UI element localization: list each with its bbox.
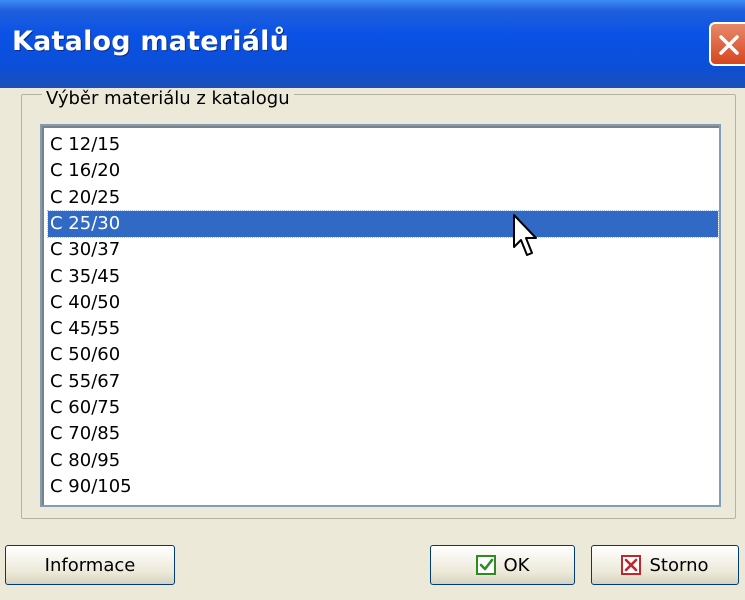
close-button[interactable] xyxy=(709,22,745,66)
close-icon xyxy=(719,35,739,55)
list-item[interactable]: C 80/95 xyxy=(48,448,718,474)
ok-button-label: OK xyxy=(503,554,530,576)
list-item[interactable]: C 25/30 xyxy=(47,209,719,238)
list-item[interactable]: C 40/50 xyxy=(48,290,718,316)
cross-icon xyxy=(621,555,642,575)
informace-button-label: Informace xyxy=(44,554,136,576)
list-item[interactable]: C 55/67 xyxy=(48,369,718,395)
mouse-pointer-icon xyxy=(513,214,537,256)
list-item[interactable]: C 50/60 xyxy=(48,342,718,368)
list-item[interactable]: C 90/105 xyxy=(48,474,718,500)
storno-button-label: Storno xyxy=(649,554,709,576)
list-item[interactable]: C 12/15 xyxy=(48,132,718,158)
list-item[interactable]: C 30/37 xyxy=(48,237,718,263)
list-item[interactable]: C 35/45 xyxy=(48,264,718,290)
material-listbox[interactable]: C 12/15 C 16/20 C 20/25 C 25/30 C 30/37 C 35/… xyxy=(40,124,721,507)
list-item[interactable]: C 70/85 xyxy=(48,421,718,447)
list-item[interactable]: C 20/25 xyxy=(48,185,718,211)
storno-button[interactable]: Storno xyxy=(591,545,739,585)
title-bar[interactable]: Katalog materiálů xyxy=(0,0,745,89)
list-item[interactable]: C 45/55 xyxy=(48,316,718,342)
informace-button[interactable]: Informace xyxy=(5,545,175,585)
list-item[interactable]: C 60/75 xyxy=(48,395,718,421)
ok-button[interactable]: OK xyxy=(430,545,575,585)
checkmark-icon xyxy=(475,555,496,575)
window-title: Katalog materiálů xyxy=(12,26,290,57)
list-item[interactable]: C 16/20 xyxy=(48,158,718,184)
group-label: Výběr materiálu z katalogu xyxy=(42,88,294,109)
